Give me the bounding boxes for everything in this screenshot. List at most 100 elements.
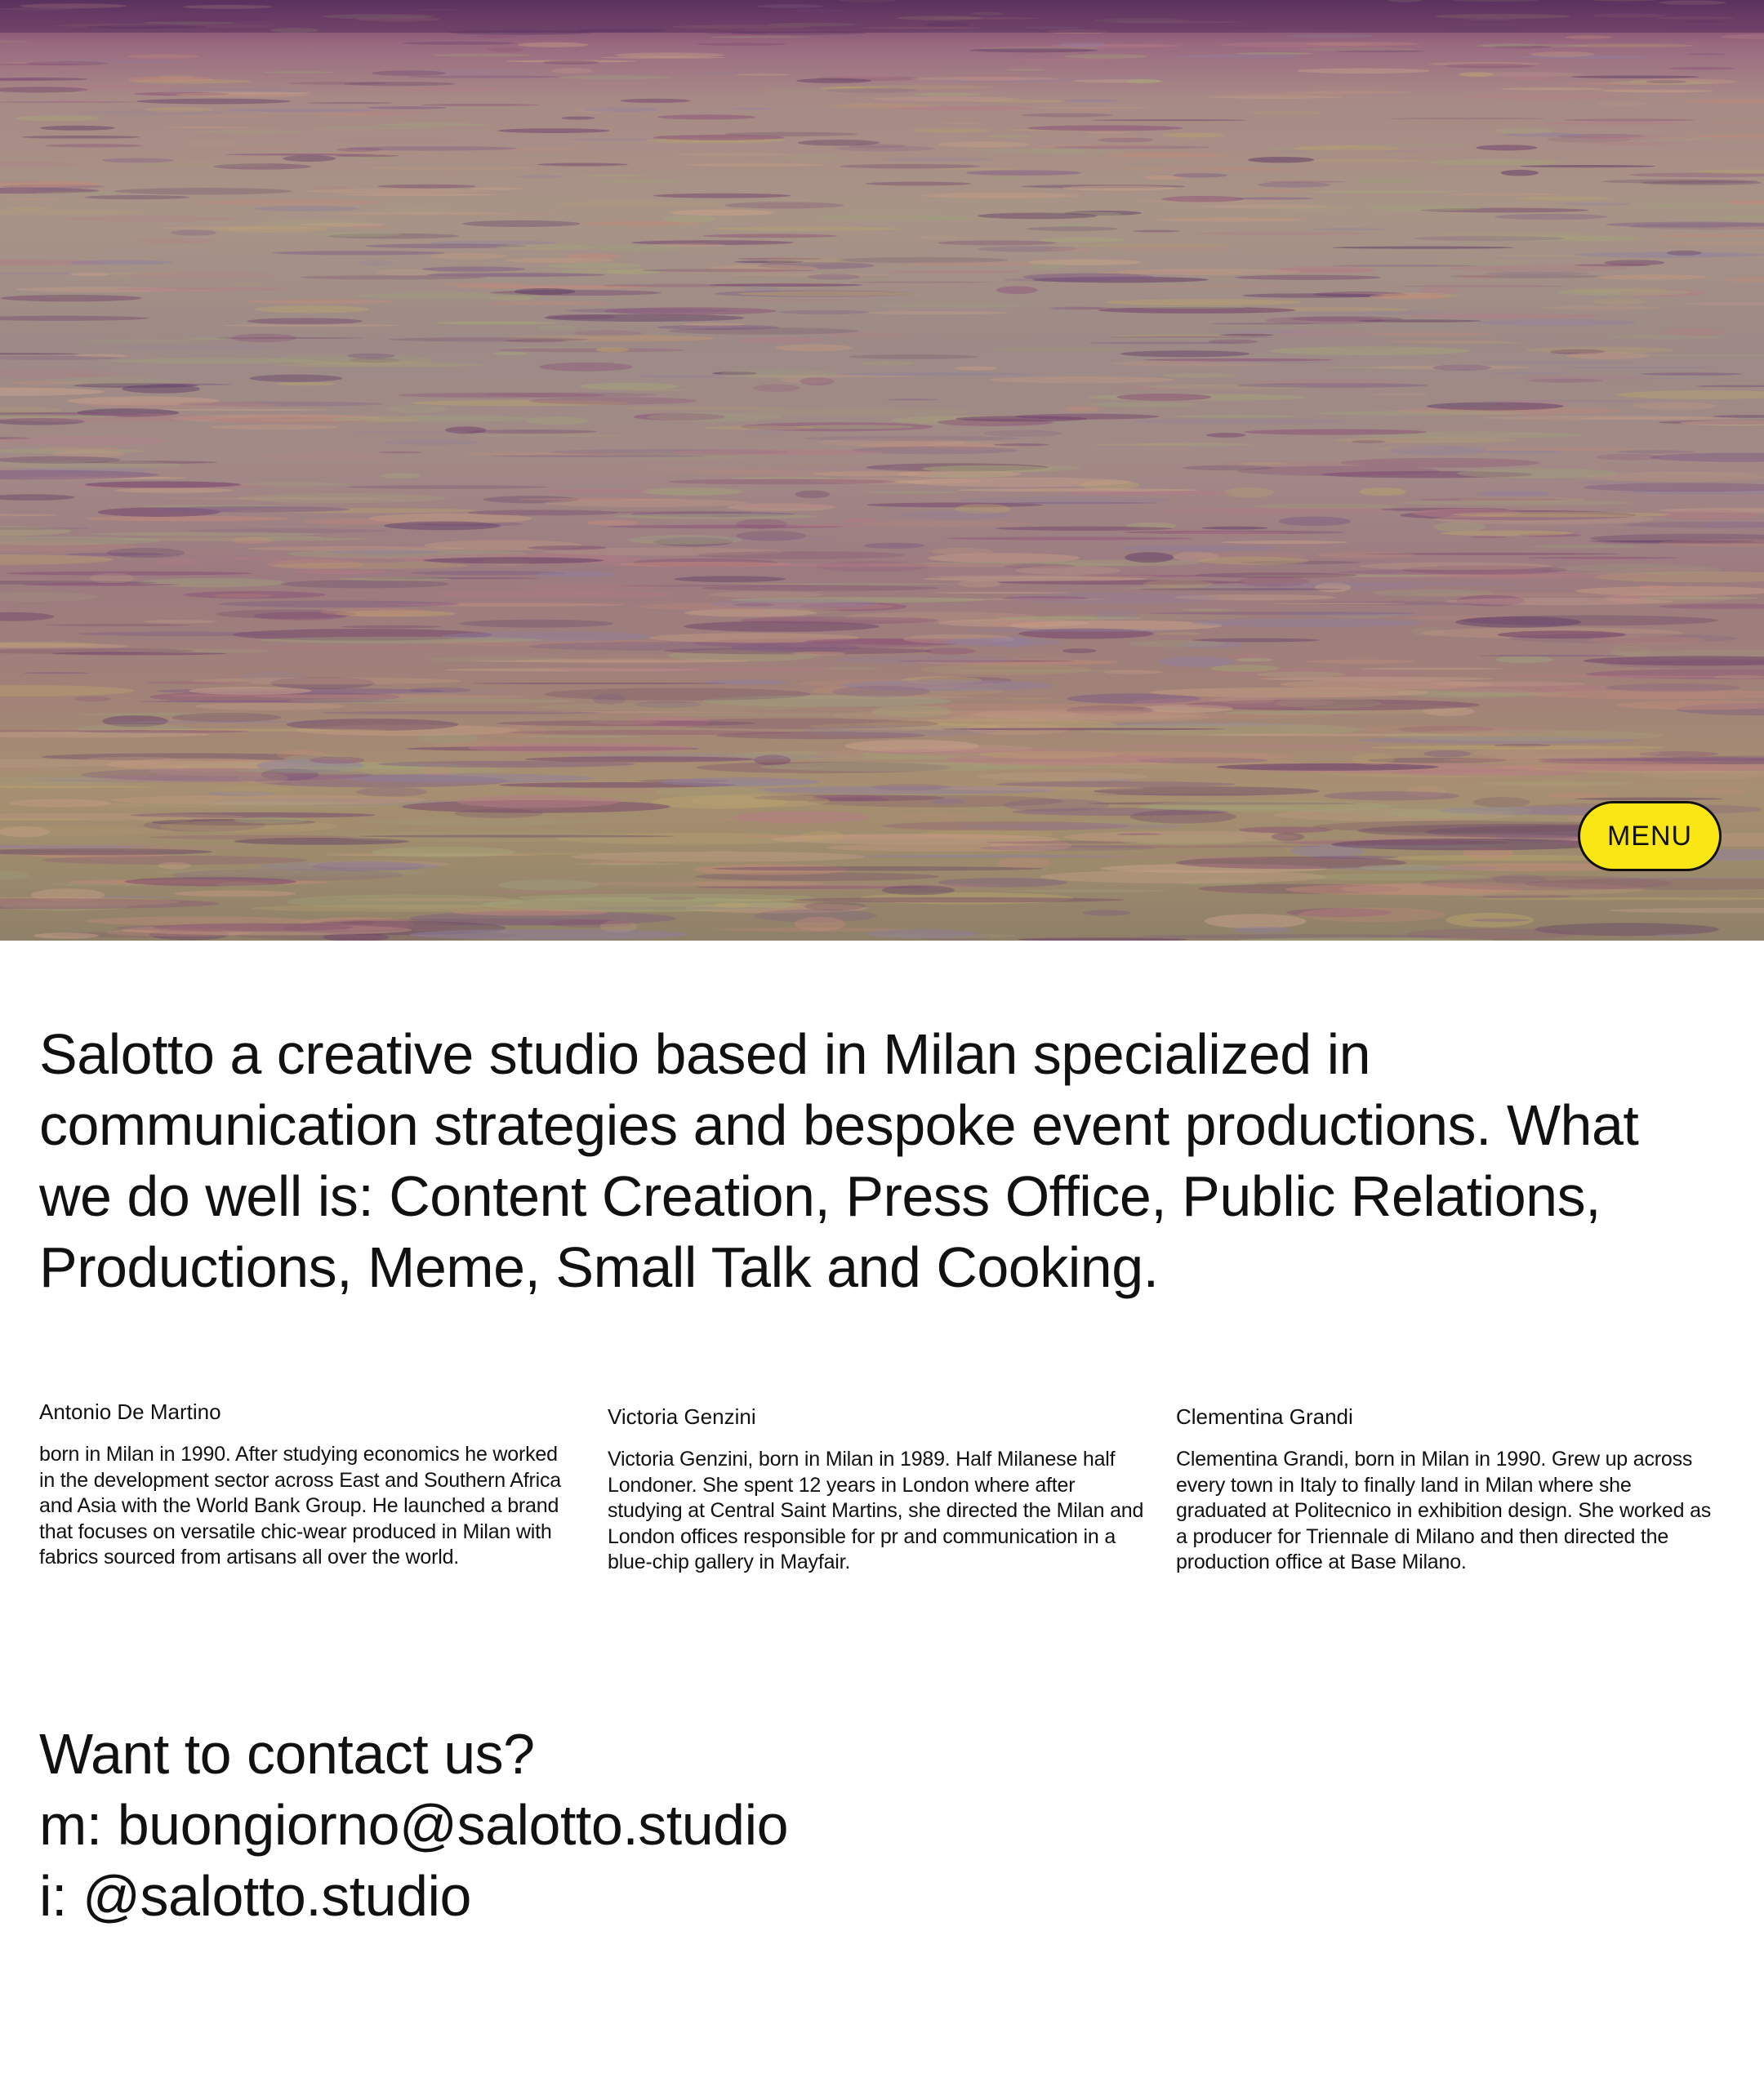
ripple <box>996 526 1173 531</box>
ripple <box>1633 402 1717 410</box>
ripple <box>861 361 914 366</box>
ripple <box>1062 648 1097 653</box>
ripple <box>115 487 233 493</box>
ripple <box>778 309 869 314</box>
ripple <box>1162 372 1237 378</box>
ripple <box>1351 753 1395 765</box>
ripple <box>1050 247 1094 251</box>
ripple <box>83 195 189 200</box>
ripple <box>0 210 144 216</box>
ripple <box>1205 167 1307 173</box>
ripple <box>1062 185 1178 191</box>
ripple <box>586 519 639 526</box>
ripple <box>736 518 788 529</box>
ripple <box>954 366 998 371</box>
ripple <box>313 232 402 238</box>
ripple <box>1433 522 1486 532</box>
ripple <box>1235 657 1272 662</box>
ripple <box>214 785 294 795</box>
ripple <box>978 212 1098 220</box>
ripple <box>0 527 89 530</box>
ripple <box>172 869 404 881</box>
ripple <box>497 244 595 251</box>
ripple <box>244 299 398 305</box>
ripple <box>496 720 756 727</box>
ripple <box>367 106 448 109</box>
ripple <box>1241 462 1289 465</box>
ripple <box>1451 511 1672 518</box>
ripple <box>467 429 597 434</box>
ripple <box>465 434 627 437</box>
ripple <box>136 98 292 105</box>
ripple <box>1084 135 1140 139</box>
menu-button[interactable]: MENU <box>1578 801 1722 871</box>
ripple <box>997 857 1051 870</box>
ripple <box>1551 563 1721 576</box>
ripple <box>979 844 1156 852</box>
ripple <box>775 344 853 352</box>
ripple <box>1500 170 1539 176</box>
ripple <box>380 473 421 479</box>
ripple <box>145 681 254 684</box>
ripple <box>871 705 952 718</box>
ripple <box>328 211 514 216</box>
instagram-link[interactable]: i: @salotto.studio <box>39 1864 472 1928</box>
ripple <box>1094 609 1139 621</box>
ripple <box>228 282 268 287</box>
ripple <box>1022 113 1113 118</box>
ripple <box>456 794 620 808</box>
intro-statement: Salotto a creative studio based in Milan… <box>39 1022 1639 1299</box>
ripple <box>1560 202 1632 206</box>
ripple <box>1323 791 1460 801</box>
ripple <box>77 730 249 733</box>
ripple <box>294 691 522 694</box>
ripple <box>1305 190 1460 194</box>
ripple <box>1306 42 1419 47</box>
ripple <box>1482 415 1714 421</box>
ripple <box>1120 350 1250 358</box>
ripple <box>1695 385 1764 388</box>
ripple <box>544 688 812 701</box>
ripple <box>1509 675 1730 679</box>
ripple <box>883 158 992 162</box>
ripple <box>1478 654 1626 657</box>
ripple <box>1118 834 1247 846</box>
email-link[interactable]: m: buongiorno@salotto.studio <box>39 1793 789 1857</box>
ripple <box>1092 794 1264 796</box>
ripple <box>5 571 252 576</box>
ripple <box>1646 80 1686 83</box>
ripple <box>525 735 644 738</box>
ripple <box>702 234 838 238</box>
ripple <box>504 346 609 349</box>
ripple <box>1473 746 1661 760</box>
ripple <box>1172 532 1288 536</box>
ripple <box>1557 288 1691 296</box>
ripple <box>1330 845 1489 848</box>
ripple <box>1270 603 1405 605</box>
ripple <box>1387 118 1546 120</box>
ripple <box>497 128 610 134</box>
ripple <box>0 612 54 621</box>
ripple <box>1617 450 1695 454</box>
ripple <box>1473 797 1530 808</box>
ripple <box>86 515 291 522</box>
ripple <box>1593 297 1646 305</box>
ripple <box>1204 914 1307 929</box>
team-member-name: Antonio De Martino <box>39 1399 221 1424</box>
ripple <box>825 103 942 108</box>
ripple <box>247 646 445 652</box>
ripple <box>675 153 795 156</box>
ripple <box>996 781 1236 788</box>
ripple <box>1197 231 1370 236</box>
ripple <box>653 135 785 140</box>
ripple <box>1682 301 1764 306</box>
ripple <box>865 928 976 939</box>
ripple <box>991 346 1130 352</box>
ripple <box>1132 229 1180 233</box>
ripple <box>1212 696 1276 704</box>
ripple <box>965 170 1082 176</box>
ripple <box>1490 372 1572 375</box>
ripple <box>924 647 975 655</box>
ripple <box>1352 178 1421 184</box>
ripple <box>472 682 728 685</box>
